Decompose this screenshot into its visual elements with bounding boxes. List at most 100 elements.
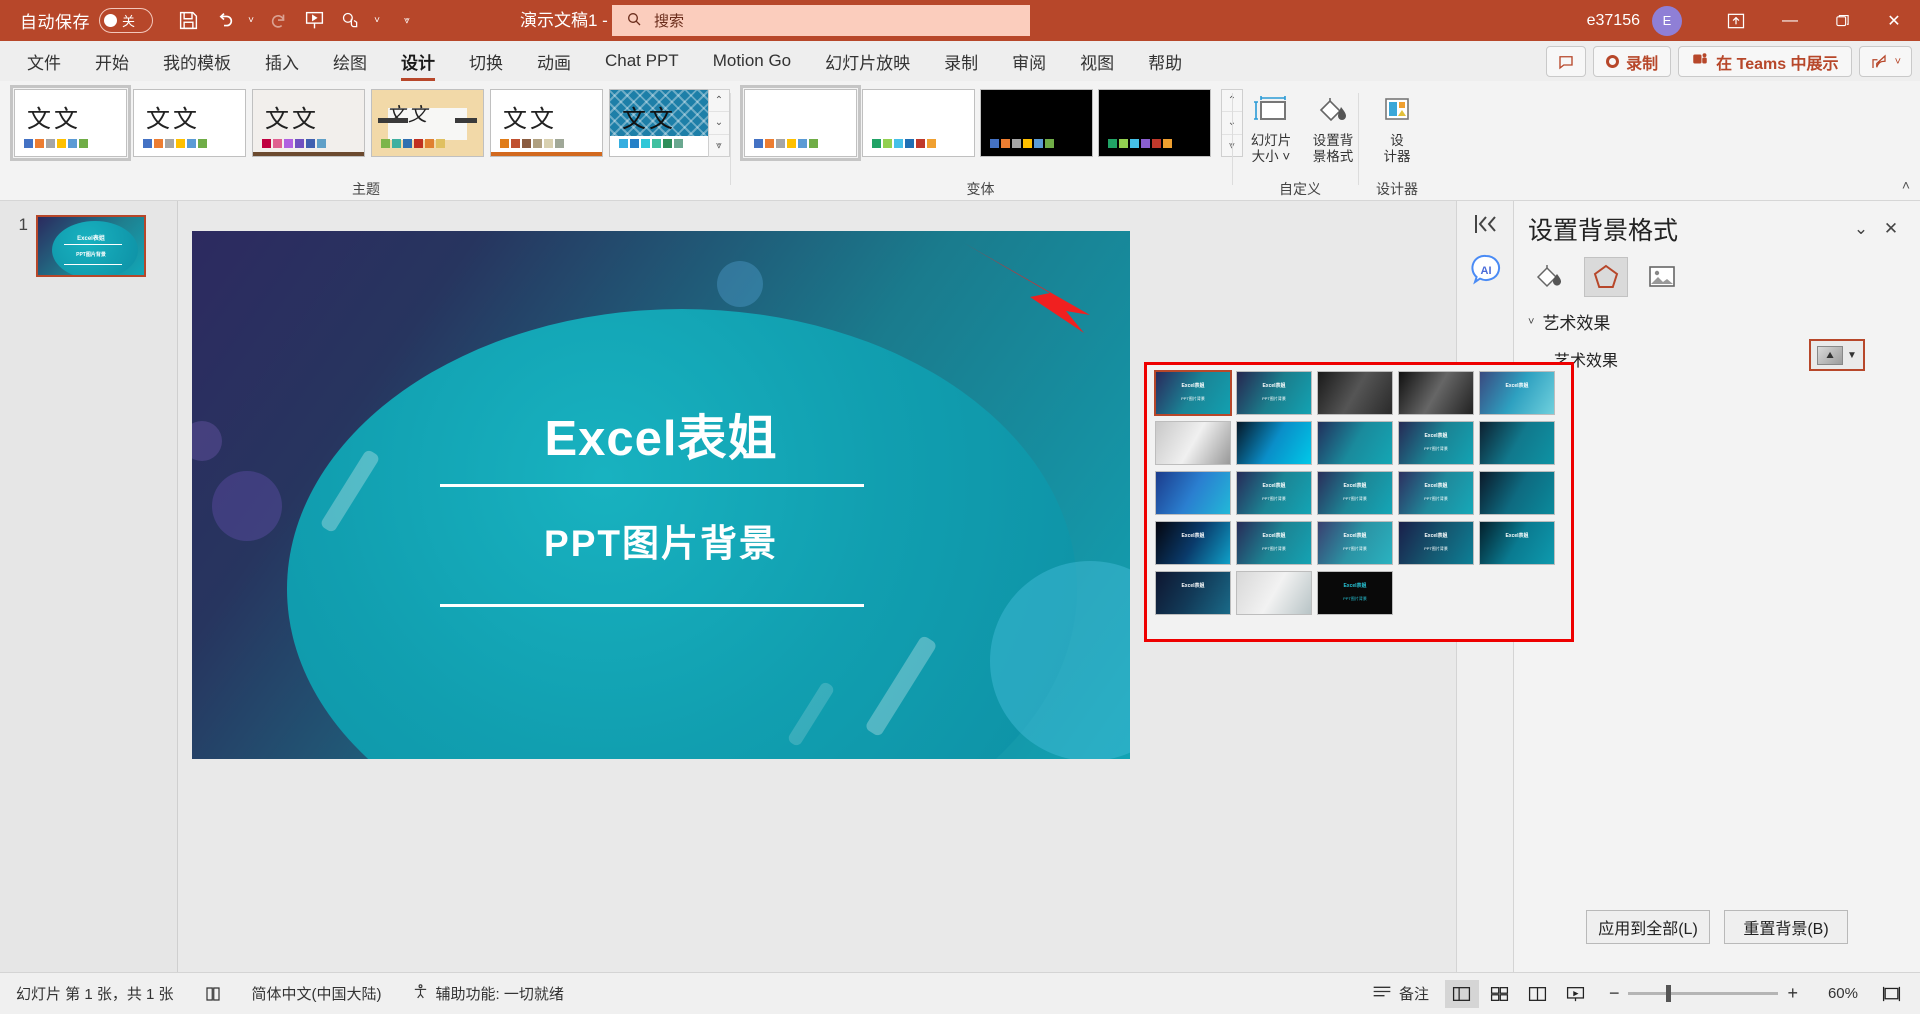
designer-button[interactable]: 设 计器 [1366,91,1428,173]
themes-scroller[interactable]: ⌃ ⌄ ⩔ [708,89,730,157]
ai-assistant-icon[interactable]: AI [1457,247,1515,293]
artistic-effects-dropdown[interactable]: ⛰ ▼ [1809,339,1865,371]
zoom-out-button[interactable]: − [1609,983,1620,1004]
tab-insert[interactable]: 插入 [248,41,316,81]
effect-paint-strokes[interactable] [1236,421,1312,465]
theme-office[interactable]: 文文 [10,85,131,161]
variant-3[interactable] [980,89,1093,157]
effect-glowing-edges[interactable]: Excel表姐 [1479,521,1555,565]
qat-customize-icon[interactable]: ⩔ [399,5,415,37]
share-dropdown-icon[interactable]: ˅ [1895,56,1901,68]
effect-light-screen[interactable]: Excel表姐 PPT图片背景 [1398,521,1474,565]
slideshow-button[interactable] [1559,980,1593,1008]
language-status[interactable]: 简体中文(中国大陆) [252,983,382,1004]
notes-icon[interactable] [204,985,222,1003]
effect-crisscross-etching[interactable] [1155,471,1231,515]
tab-animations[interactable]: 动画 [520,41,588,81]
slide-thumbnail[interactable]: Excel表姐 PPT图片背景 [36,215,146,277]
tab-my-templates[interactable]: 我的模板 [146,41,248,81]
avatar[interactable]: E [1652,5,1682,36]
tab-draw[interactable]: 绘图 [316,41,384,81]
touch-mode-icon[interactable] [333,5,367,37]
theme-plain[interactable]: 文文 [133,89,246,157]
qat-more-icon[interactable]: ˅ [369,5,385,37]
comments-button[interactable] [1546,46,1587,77]
variant-2[interactable] [862,89,975,157]
save-icon[interactable] [171,5,205,37]
zoom-knob[interactable] [1666,985,1672,1002]
effect-blur[interactable]: Excel表姐 PPT图片背景 [1317,521,1393,565]
slide-title[interactable]: Excel表姐 [192,399,1130,470]
effect-marker[interactable]: Excel表姐 PPT图片背景 [1236,371,1312,415]
effect-watercolor-sponge[interactable]: Excel表姐 PPT图片背景 [1398,471,1474,515]
search-input[interactable]: 搜索 [612,5,1030,36]
tab-home[interactable]: 开始 [78,41,146,81]
start-slideshow-icon[interactable] [297,5,331,37]
themes-more-icon[interactable]: ⩔ [709,135,729,156]
themes-scroll-up-icon[interactable]: ⌃ [709,90,729,113]
minimize-button[interactable]: — [1764,0,1816,41]
effect-pastels-smooth[interactable]: Excel表姐 PPT图片背景 [1236,471,1312,515]
tab-file[interactable]: 文件 [10,41,78,81]
tab-help[interactable]: 帮助 [1131,41,1199,81]
effect-photocopy[interactable]: Excel表姐 [1155,571,1231,615]
slide-canvas[interactable]: Excel表姐 PPT图片背景 [192,231,1130,759]
close-button[interactable]: ✕ [1868,0,1920,41]
effect-cement[interactable] [1479,421,1555,465]
account-area[interactable]: e37156 E [1587,0,1682,41]
reset-background-button[interactable]: 重置背景(B) [1724,910,1848,944]
tab-chat-ppt[interactable]: Chat PPT [588,41,696,81]
fill-tab-icon[interactable] [1528,257,1572,297]
accessibility-status[interactable]: 辅助功能: 一切就绪 [412,983,564,1004]
ribbon-display-options-button[interactable] [1708,0,1764,41]
effect-mosaic-bubbles[interactable]: Excel表姐 [1155,521,1231,565]
zoom-slider[interactable]: − + [1609,983,1798,1004]
slide-list-item[interactable]: 1 Excel表姐 PPT图片背景 [14,215,146,277]
effects-tab-icon[interactable] [1584,257,1628,297]
picture-tab-icon[interactable] [1640,257,1684,297]
collapse-ribbon-button[interactable]: ˄ [1902,177,1910,193]
effect-none[interactable]: Excel表姐 PPT图片背景 [1154,370,1232,416]
autosave-control[interactable]: 自动保存 关 [20,8,153,33]
autosave-toggle[interactable]: 关 [99,8,153,33]
effect-paint-brush[interactable] [1317,421,1393,465]
zoom-level[interactable]: 60% [1814,985,1858,1002]
tab-transitions[interactable]: 切换 [452,41,520,81]
collapse-panel-icon[interactable] [1457,201,1515,247]
panel-menu-button[interactable]: ⌄ [1846,214,1876,244]
panel-close-button[interactable]: ✕ [1876,214,1906,244]
tab-record[interactable]: 录制 [927,41,995,81]
effect-line-drawing[interactable]: Excel表姐 [1479,371,1555,415]
effect-chalk-sketch[interactable] [1155,421,1231,465]
zoom-in-button[interactable]: + [1787,983,1798,1004]
effect-plastic-wrap[interactable]: Excel表姐 PPT图片背景 [1317,471,1393,515]
effect-texturizer[interactable] [1236,571,1312,615]
undo-icon[interactable] [207,5,241,37]
tab-review[interactable]: 审阅 [995,41,1063,81]
fit-slide-icon[interactable] [1874,980,1908,1008]
theme-celestial[interactable]: 文文 [609,89,722,157]
present-in-teams-button[interactable]: 在 Teams 中展示 [1678,46,1852,77]
effect-film-grain[interactable] [1479,471,1555,515]
share-button[interactable]: ˅ [1858,46,1912,77]
reading-view-button[interactable] [1521,980,1555,1008]
theme-gallery[interactable]: 文文 [252,89,365,157]
variant-1[interactable] [740,85,861,161]
zoom-track[interactable] [1628,985,1779,1002]
slide-sorter-button[interactable] [1483,980,1517,1008]
effect-glass[interactable]: Excel表姐 PPT图片背景 [1398,421,1474,465]
artistic-effects-section-header[interactable]: ˅ 艺术效果 [1528,309,1610,334]
undo-dropdown-icon[interactable]: ˅ [243,5,259,37]
effect-pencil-grayscale[interactable] [1317,371,1393,415]
slide-size-button[interactable]: 幻灯片 大小 ˅ [1240,91,1302,173]
normal-view-button[interactable] [1444,979,1479,1008]
tab-design[interactable]: 设计 [384,41,452,81]
restore-button[interactable] [1816,0,1868,41]
effect-pencil-sketch[interactable] [1398,371,1474,415]
variant-4[interactable] [1098,89,1211,157]
effect-cutout[interactable]: Excel表姐 PPT图片背景 [1317,571,1393,615]
tab-motion-go[interactable]: Motion Go [696,41,808,81]
apply-to-all-button[interactable]: 应用到全部(L) [1586,910,1710,944]
theme-wisp[interactable]: 文文 [371,89,484,157]
slide-subtitle[interactable]: PPT图片背景 [192,513,1130,567]
